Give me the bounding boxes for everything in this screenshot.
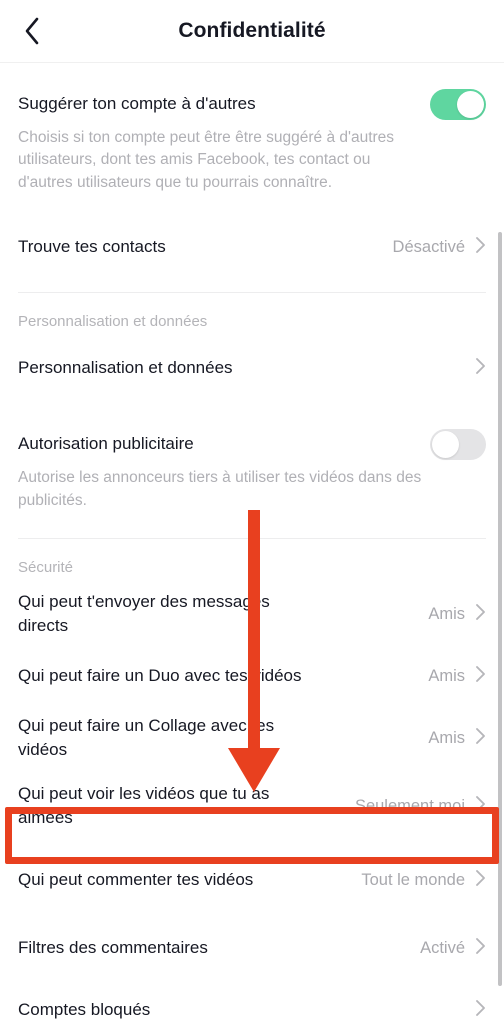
row-value-group: Amis bbox=[428, 603, 486, 626]
row-label: Filtres des commentaires bbox=[18, 938, 208, 958]
row-value: Amis bbox=[428, 728, 465, 747]
setting-row-suggest-account[interactable]: Suggérer ton compte à d'autres bbox=[0, 77, 504, 131]
toggle-knob bbox=[432, 430, 459, 458]
row-value-group: Amis bbox=[428, 727, 486, 750]
row-value: Désactivé bbox=[392, 237, 465, 256]
setting-row-personalisation-data[interactable]: Personnalisation et données bbox=[0, 341, 504, 396]
privacy-settings-screen: Confidentialité Suggérer ton compte à d'… bbox=[0, 0, 504, 1024]
row-value-group bbox=[465, 357, 486, 380]
setting-row-direct-messages[interactable]: Qui peut t'envoyer des messages directs … bbox=[0, 587, 504, 642]
setting-row-duo[interactable]: Qui peut faire un Duo avec tes vidéos Am… bbox=[0, 649, 504, 704]
chevron-right-icon bbox=[475, 727, 486, 750]
back-button[interactable] bbox=[10, 9, 54, 53]
row-value: Activé bbox=[420, 938, 465, 957]
ad-authorization-description: Autorise les annonceurs tiers à utiliser… bbox=[18, 469, 422, 509]
suggest-account-toggle[interactable] bbox=[430, 88, 486, 120]
setting-row-liked-videos[interactable]: Qui peut voir les vidéos que tu as aimée… bbox=[0, 773, 504, 840]
suggest-account-description: Choisis si ton compte peut être être sug… bbox=[18, 129, 395, 191]
chevron-right-icon bbox=[475, 236, 486, 259]
vertical-scrollbar[interactable] bbox=[498, 232, 502, 986]
ad-authorization-toggle[interactable] bbox=[430, 428, 486, 460]
section-heading-security: Sécurité bbox=[18, 558, 74, 576]
toggle-knob bbox=[457, 90, 484, 118]
section-heading-personalisation: Personnalisation et données bbox=[18, 312, 208, 330]
row-value-group bbox=[465, 999, 486, 1022]
row-label: Qui peut faire un Collage avec tes vidéo… bbox=[18, 716, 275, 760]
app-header: Confidentialité bbox=[0, 0, 504, 62]
setting-row-comment-filters[interactable]: Filtres des commentaires Activé bbox=[0, 921, 504, 976]
row-label: Personnalisation et données bbox=[18, 358, 233, 378]
row-label: Comptes bloqués bbox=[18, 1000, 151, 1020]
row-value-group: Tout le monde bbox=[361, 869, 486, 892]
row-label: Suggérer ton compte à d'autres bbox=[18, 93, 256, 113]
settings-list: Suggérer ton compte à d'autres Choisis s… bbox=[0, 63, 504, 1024]
row-value-group: Activé bbox=[420, 937, 486, 960]
row-value: Amis bbox=[428, 666, 465, 685]
chevron-right-icon bbox=[475, 999, 486, 1022]
chevron-right-icon bbox=[475, 869, 486, 892]
row-value: Seulement moi bbox=[354, 796, 465, 815]
row-value-group: Désactivé bbox=[393, 236, 486, 259]
row-label: Qui peut faire un Duo avec tes vidéos bbox=[18, 666, 302, 686]
chevron-right-icon bbox=[475, 603, 486, 626]
page-title: Confidentialité bbox=[178, 19, 326, 42]
row-value-group: Seulement moi bbox=[355, 795, 486, 818]
row-value: Amis bbox=[428, 604, 465, 623]
row-label: Qui peut voir les vidéos que tu as aimée… bbox=[18, 784, 270, 828]
chevron-right-icon bbox=[475, 357, 486, 380]
row-value: Tout le monde bbox=[361, 870, 465, 889]
row-label: Qui peut commenter tes vidéos bbox=[18, 870, 254, 890]
setting-row-ad-authorization[interactable]: Autorisation publicitaire bbox=[0, 417, 504, 472]
chevron-right-icon bbox=[475, 665, 486, 688]
setting-row-who-can-comment[interactable]: Qui peut commenter tes vidéos Tout le mo… bbox=[0, 853, 504, 908]
setting-row-blocked-accounts[interactable]: Comptes bloqués bbox=[0, 983, 504, 1024]
chevron-right-icon bbox=[475, 937, 486, 960]
setting-row-find-contacts[interactable]: Trouve tes contacts Désactivé bbox=[0, 220, 504, 275]
row-label: Autorisation publicitaire bbox=[18, 434, 194, 454]
chevron-right-icon bbox=[475, 795, 486, 818]
row-label: Qui peut t'envoyer des messages directs bbox=[18, 592, 270, 636]
row-label: Trouve tes contacts bbox=[18, 237, 166, 257]
setting-row-collage[interactable]: Qui peut faire un Collage avec tes vidéo… bbox=[0, 711, 504, 766]
chevron-left-icon bbox=[22, 15, 42, 47]
row-value-group: Amis bbox=[428, 665, 486, 688]
